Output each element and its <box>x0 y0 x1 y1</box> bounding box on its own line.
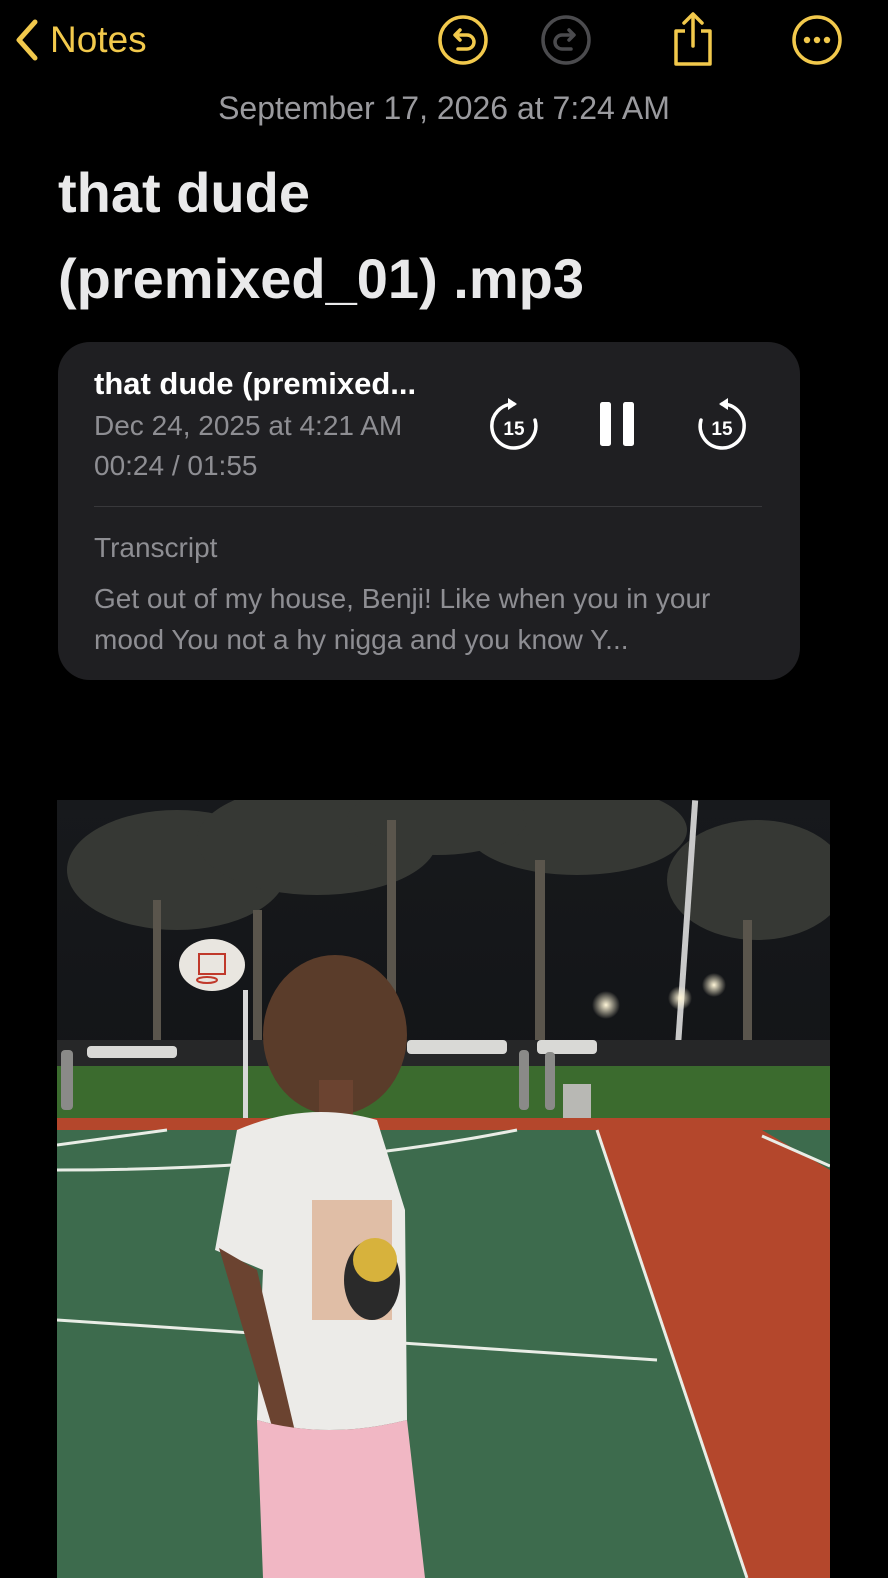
back-button[interactable]: Notes <box>14 14 147 66</box>
skip-back-button[interactable]: 15 <box>486 396 542 459</box>
skip-forward-button[interactable]: 15 <box>694 396 750 459</box>
audio-attachment-card[interactable]: that dude (premixed... Dec 24, 2025 at 4… <box>58 342 800 680</box>
audio-progress-time: 00:24 / 01:55 <box>94 450 258 481</box>
undo-icon <box>438 15 488 65</box>
navigation-bar: Notes <box>0 0 888 84</box>
card-divider <box>94 506 762 507</box>
skip-forward-label: 15 <box>711 419 733 440</box>
note-title[interactable]: that dude (premixed_01) .mp3 <box>58 150 838 322</box>
note-title-line-1: that dude <box>58 161 310 224</box>
transcript-label: Transcript <box>94 532 218 563</box>
basketball-court-photo <box>57 800 830 1578</box>
share-icon <box>674 12 712 66</box>
note-date: September 17, 2026 at 7:24 AM <box>218 90 670 126</box>
photo-attachment[interactable] <box>57 800 830 1578</box>
pause-icon <box>600 402 634 446</box>
more-icon <box>792 15 842 65</box>
audio-recorded-date: Dec 24, 2025 at 4:21 AM <box>94 410 403 441</box>
skip-forward-15-icon: 15 <box>698 398 746 450</box>
back-label: Notes <box>50 19 147 60</box>
chevron-left-icon <box>16 19 38 61</box>
share-button[interactable] <box>666 10 720 66</box>
redo-button[interactable] <box>539 13 593 67</box>
transcript-text: Get out of my house, Benji! Like when yo… <box>94 583 711 655</box>
redo-icon <box>541 15 591 65</box>
audio-title: that dude (premixed... <box>94 366 417 401</box>
skip-back-label: 15 <box>503 419 525 440</box>
more-button[interactable] <box>790 13 844 67</box>
pause-button[interactable] <box>598 400 638 453</box>
skip-back-15-icon: 15 <box>490 398 538 450</box>
undo-button[interactable] <box>436 13 490 67</box>
note-title-line-2: (premixed_01) .mp3 <box>58 247 584 310</box>
